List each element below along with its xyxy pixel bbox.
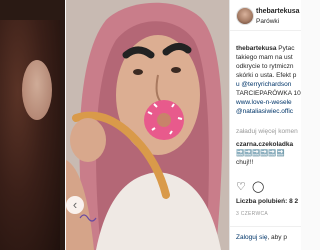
likes-count[interactable]: Liczba polubień: 8 2 (236, 198, 298, 205)
caption-text: odkrycie to rytmiczn (236, 63, 294, 70)
login-suffix: , aby p (267, 234, 287, 241)
caption-text: takiego mam na ust (236, 54, 293, 61)
mention-link[interactable]: u @terryrichardson (236, 80, 301, 89)
post-header: thebartekusa Parówki (230, 0, 301, 31)
post-caption: thebartekusa Pytac takiego mam na ust od… (236, 44, 301, 116)
comment-text: chuj!!! (236, 159, 254, 166)
post-image[interactable] (66, 0, 229, 250)
previous-photo-button[interactable]: ‹ (66, 196, 84, 214)
comment-text: 🔜🔜🔜🔜🔜🔜 (236, 150, 285, 157)
comment: czarna.czekoladka 🔜🔜🔜🔜🔜🔜 chuj!!! (236, 140, 301, 167)
hair-shape (0, 20, 60, 250)
avatar[interactable] (236, 7, 254, 25)
heart-icon[interactable]: ♡ (236, 181, 246, 193)
chevron-left-icon: ‹ (72, 197, 78, 212)
caption-text: Pytac (278, 45, 295, 52)
location-label[interactable]: Parówki (256, 18, 279, 25)
comment-icon[interactable]: ◯ (252, 181, 264, 193)
website-link[interactable]: www.love-n-wesele (236, 98, 301, 107)
hashtag-text: TARCIEPARÓWKA 10 (236, 90, 301, 97)
post-illustration (66, 0, 229, 250)
post-date: 3 CZERWCA (236, 211, 269, 217)
caption-username[interactable]: thebartekusa (236, 45, 276, 52)
face-shape (22, 60, 52, 120)
comment-username[interactable]: czarna.czekoladka (236, 140, 301, 149)
caption-text: skórki o usta. Efekt p (236, 72, 297, 79)
mention-link[interactable]: @nataliasiwiec.offic (236, 107, 301, 116)
action-bar: ♡ ◯ (236, 181, 296, 193)
login-link[interactable]: Zaloguj się (236, 234, 267, 241)
side-photo-blurred (0, 0, 65, 250)
load-more-comments-link[interactable]: załaduj więcej komen (236, 128, 298, 135)
login-footer: Zaloguj się, aby p (230, 226, 301, 250)
username[interactable]: thebartekusa (256, 8, 300, 15)
post-info-panel: thebartekusa Parówki thebartekusa Pytac … (229, 0, 301, 250)
